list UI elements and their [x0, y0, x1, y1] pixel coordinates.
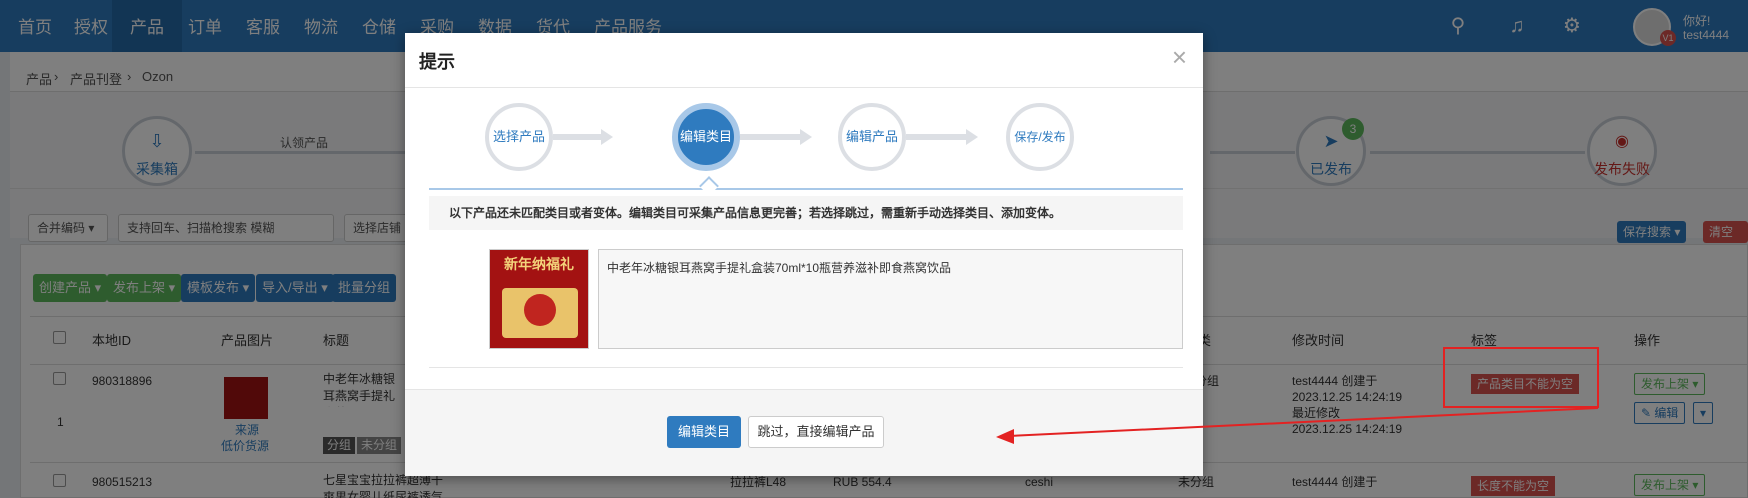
annotation-arrow [996, 407, 1599, 444]
